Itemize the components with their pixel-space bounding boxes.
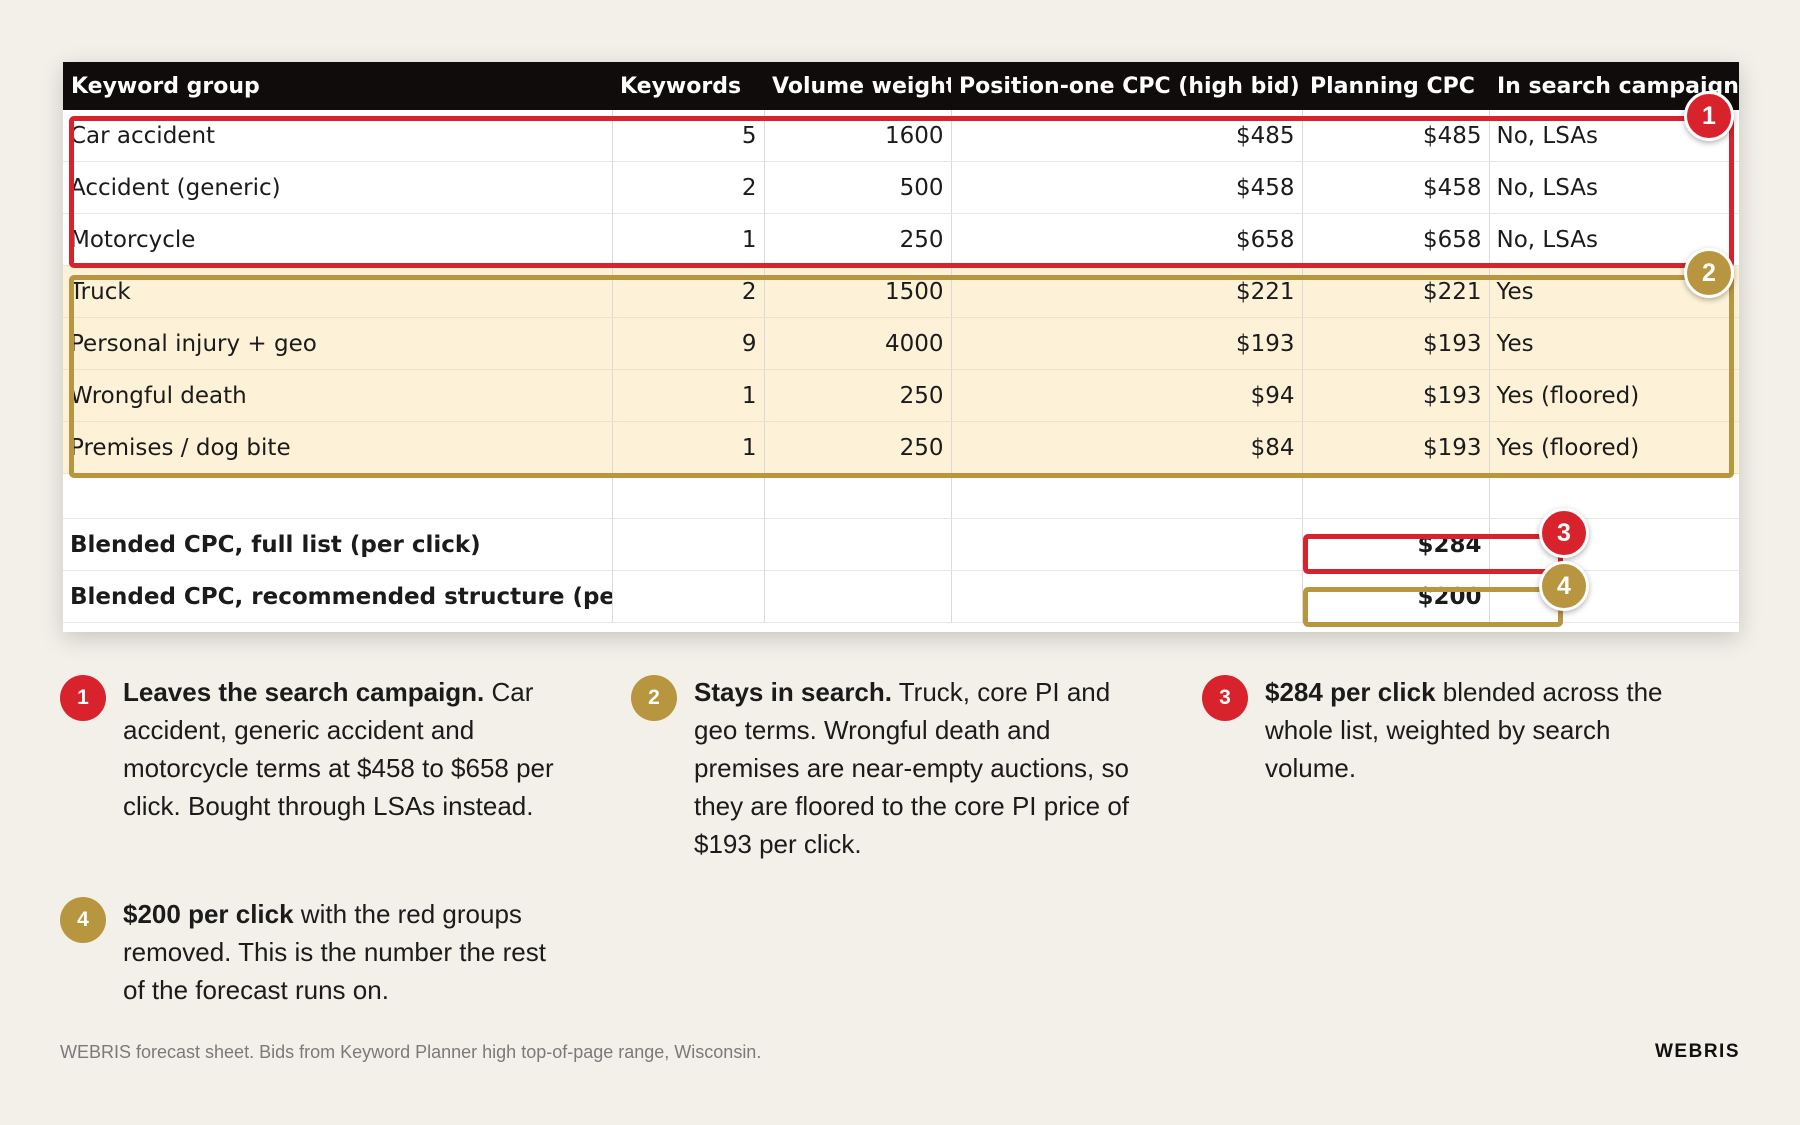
note-4: 4 $200 per click with the red groups rem…	[60, 895, 560, 1009]
total-label: Blended CPC, full list (per click)	[63, 518, 613, 571]
note-2: 2 Stays in search. Truck, core PI and ge…	[631, 673, 1131, 863]
note-lead: $200 per click	[123, 899, 294, 929]
note-lead: Leaves the search campaign.	[123, 677, 485, 707]
note-1: 1 Leaves the search campaign. Car accide…	[60, 673, 560, 825]
col-header-keyword-group: Keyword group	[63, 62, 612, 110]
source-caption: WEBRIS forecast sheet. Bids from Keyword…	[60, 1042, 762, 1062]
note-lead: Stays in search.	[694, 677, 892, 707]
marker-3: 3	[1539, 508, 1589, 558]
forecast-sheet: Keyword group Keywords Volume weight Pos…	[63, 62, 1739, 632]
note-badge: 3	[1202, 675, 1248, 721]
red-group-highlight	[69, 116, 1734, 268]
col-header-keywords: Keywords	[612, 62, 764, 110]
col-header-volume-weight: Volume weight	[764, 62, 951, 110]
table-header-row: Keyword group Keywords Volume weight Pos…	[63, 62, 1739, 110]
col-header-planning-cpc: Planning CPC	[1302, 62, 1489, 110]
gold-group-highlight	[69, 275, 1734, 478]
empty-row	[63, 473, 1739, 519]
note-badge: 2	[631, 675, 677, 721]
brand-logo: WEBRIS	[1655, 1041, 1740, 1062]
recommended-total-highlight	[1303, 587, 1563, 627]
full-list-total-highlight	[1303, 534, 1563, 574]
col-header-position-one-cpc: Position-one CPC (high bid)	[951, 62, 1302, 110]
note-badge: 4	[60, 897, 106, 943]
marker-2: 2	[1684, 248, 1734, 298]
total-label: Blended CPC, recommended structure (per …	[63, 570, 613, 623]
note-lead: $284 per click	[1265, 677, 1436, 707]
marker-1: 1	[1684, 91, 1734, 141]
marker-4: 4	[1539, 561, 1589, 611]
note-3: 3 $284 per click blended across the whol…	[1202, 673, 1702, 787]
note-badge: 1	[60, 675, 106, 721]
